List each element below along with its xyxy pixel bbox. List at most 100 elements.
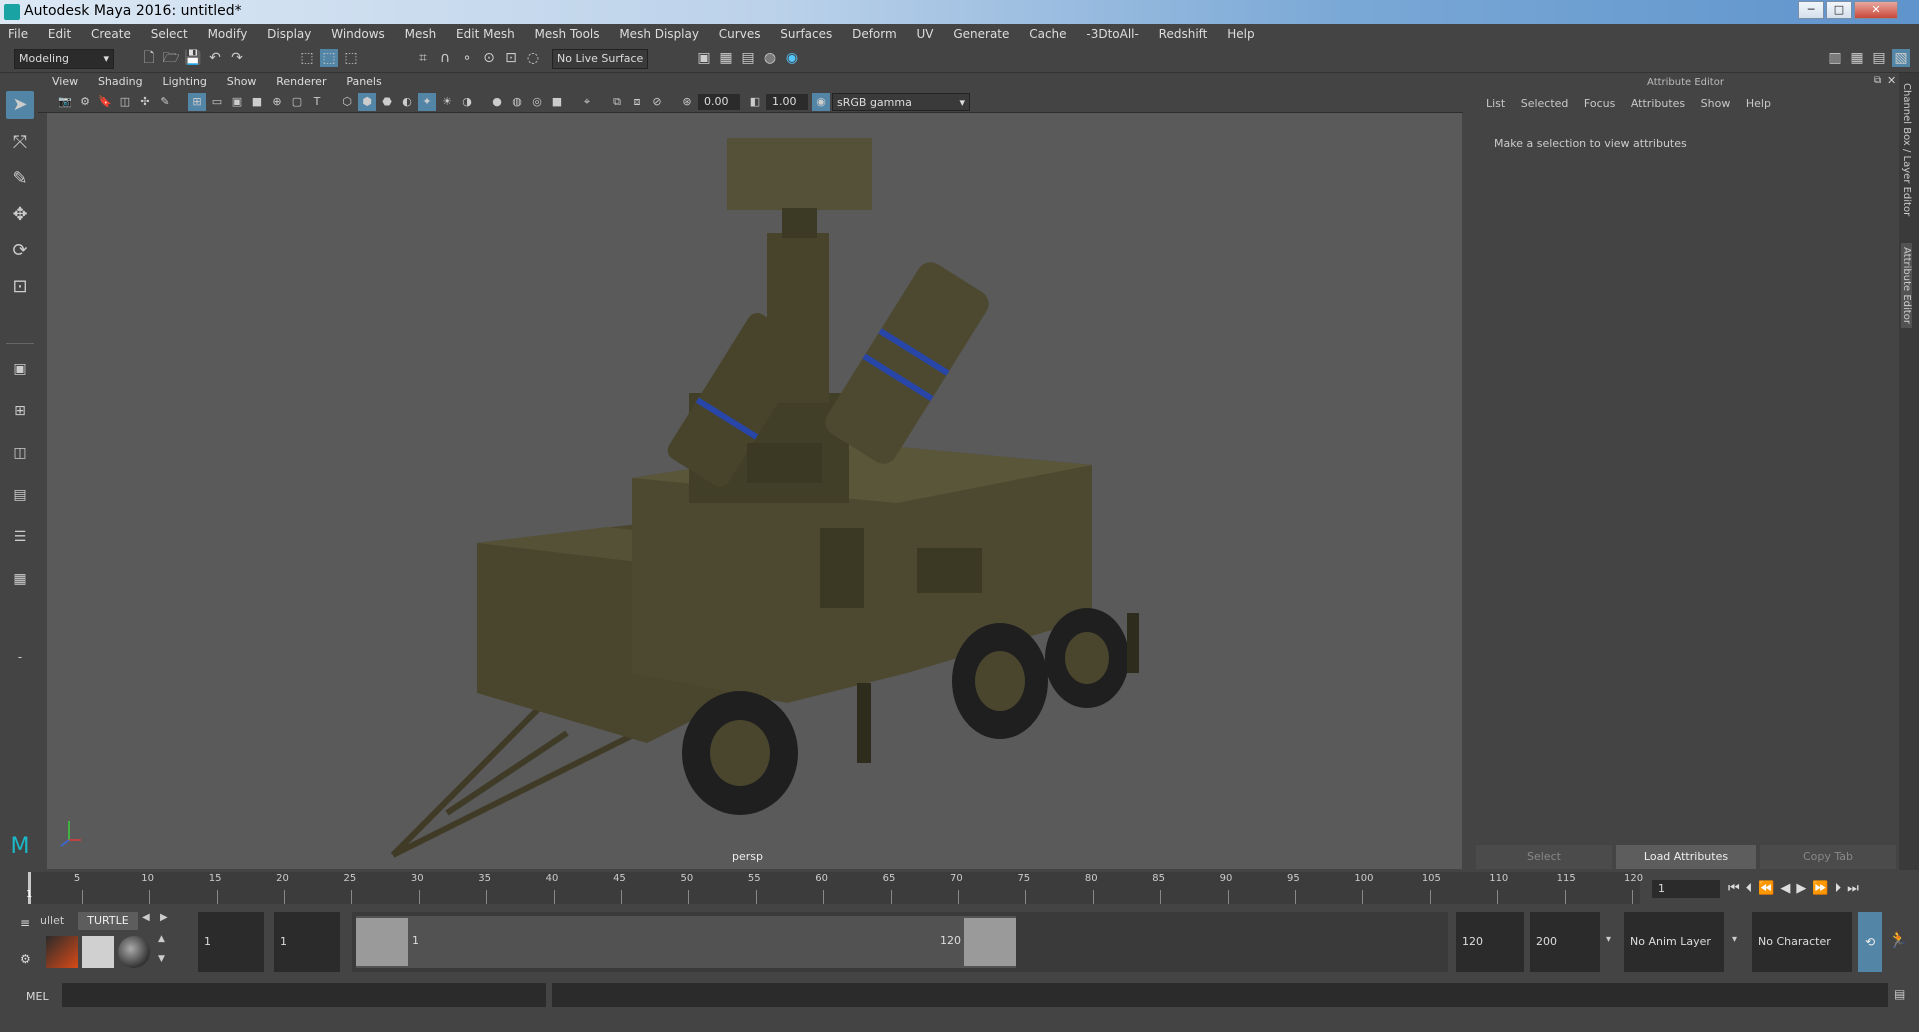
- render-settings-icon[interactable]: ▣: [695, 49, 713, 67]
- textured-icon[interactable]: ◐: [398, 93, 416, 111]
- vp-menu-renderer[interactable]: Renderer: [268, 73, 334, 91]
- step-back-frame-icon[interactable]: ⏴: [1746, 881, 1759, 896]
- shelf-menu-icon[interactable]: ≡: [20, 916, 30, 930]
- xray-joints-icon[interactable]: ⧉: [608, 93, 626, 111]
- xray-components-icon[interactable]: ⧈: [628, 93, 646, 111]
- use-all-lights-icon[interactable]: ✦: [418, 93, 436, 111]
- motion-blur-icon[interactable]: ●: [488, 93, 506, 111]
- snap-curve-icon[interactable]: ∩: [436, 49, 454, 67]
- bookmark-icon[interactable]: 🔖: [96, 93, 114, 111]
- copy-tab-button[interactable]: Copy Tab: [1760, 845, 1896, 869]
- ipr-render-icon[interactable]: ▤: [739, 49, 757, 67]
- command-input[interactable]: [62, 983, 546, 1007]
- vp-menu-lighting[interactable]: Lighting: [154, 73, 214, 91]
- playback-end-field[interactable]: 120: [1456, 912, 1524, 972]
- current-frame-field[interactable]: 1: [1652, 880, 1720, 898]
- scene-start-field[interactable]: 1: [198, 912, 264, 972]
- play-backward-icon[interactable]: ◀: [1780, 881, 1796, 896]
- menu-uv[interactable]: UV: [909, 24, 942, 45]
- close-panel-icon[interactable]: ✕: [1887, 74, 1896, 87]
- gate-mask-icon[interactable]: ■: [248, 93, 266, 111]
- auto-key-icon[interactable]: ⟲: [1858, 912, 1882, 972]
- select-tool-icon[interactable]: ➤: [6, 91, 34, 119]
- save-scene-icon[interactable]: 💾: [184, 49, 202, 67]
- menu-redshift[interactable]: Redshift: [1151, 24, 1216, 45]
- load-attributes-button[interactable]: Load Attributes: [1616, 845, 1756, 869]
- chevron-down-icon[interactable]: ▾: [1732, 934, 1737, 945]
- script-editor-icon[interactable]: ▤: [1894, 987, 1905, 1001]
- field-chart-icon[interactable]: ⊕: [268, 93, 286, 111]
- ae-menu-help[interactable]: Help: [1740, 97, 1777, 110]
- go-to-end-icon[interactable]: ⏭: [1847, 881, 1865, 896]
- vp-menu-view[interactable]: View: [44, 73, 86, 91]
- vp-menu-panels[interactable]: Panels: [338, 73, 389, 91]
- select-component-icon[interactable]: ⬚: [342, 49, 360, 67]
- backface-culling-icon[interactable]: ⊘: [648, 93, 666, 111]
- smooth-shade-icon[interactable]: ⬢: [358, 93, 376, 111]
- turtle-bake-icon[interactable]: [82, 936, 114, 968]
- menu-generate[interactable]: Generate: [945, 24, 1017, 45]
- maximize-button[interactable]: □: [1826, 1, 1852, 19]
- outliner-layout-icon[interactable]: ▤: [6, 481, 34, 509]
- snap-grid-icon[interactable]: ⌗: [414, 49, 432, 67]
- safe-action-icon[interactable]: ▢: [288, 93, 306, 111]
- ae-menu-show[interactable]: Show: [1695, 97, 1737, 110]
- ae-menu-list[interactable]: List: [1480, 97, 1511, 110]
- select-hierarchy-icon[interactable]: ⬚: [298, 49, 316, 67]
- shelf-scroll-up-icon[interactable]: ▲: [158, 934, 165, 944]
- ambient-occlusion-icon[interactable]: ◑: [458, 93, 476, 111]
- vp-menu-show[interactable]: Show: [219, 73, 265, 91]
- viewport-3d[interactable]: persp: [47, 113, 1462, 869]
- turtle-shader-icon[interactable]: [118, 936, 150, 968]
- lasso-tool-icon[interactable]: ⤧: [6, 129, 34, 157]
- color-management-icon[interactable]: ◉: [812, 93, 830, 111]
- turtle-render-icon[interactable]: [46, 936, 78, 968]
- open-scene-icon[interactable]: 🗁: [162, 49, 180, 67]
- time-slider[interactable]: 1 5 10 15 20 25 30 35 40 45 50 55 60 65 70 75 80 85 90 95 1…: [0, 870, 1919, 910]
- film-gate-icon[interactable]: ▭: [208, 93, 226, 111]
- wireframe-icon[interactable]: ⬡: [338, 93, 356, 111]
- range-end-handle[interactable]: [964, 918, 1016, 966]
- safe-title-icon[interactable]: T: [308, 93, 326, 111]
- range-start-handle[interactable]: [356, 918, 408, 966]
- scene-end-field[interactable]: 200: [1530, 912, 1600, 972]
- menu-mesh[interactable]: Mesh: [397, 24, 445, 45]
- resolution-gate-icon[interactable]: ▣: [228, 93, 246, 111]
- grid-icon[interactable]: ⊞: [188, 93, 206, 111]
- menuset-dropdown[interactable]: Modeling ▾: [14, 49, 114, 69]
- menu-create[interactable]: Create: [83, 24, 139, 45]
- shelf-tab-bullet[interactable]: ullet: [40, 912, 74, 930]
- new-scene-icon[interactable]: 🗋: [140, 49, 158, 67]
- modeling-toolkit-icon[interactable]: ▦: [1848, 49, 1866, 67]
- vp-menu-shading[interactable]: Shading: [90, 73, 151, 91]
- ae-menu-attributes[interactable]: Attributes: [1625, 97, 1691, 110]
- shelf-scroll-right-icon[interactable]: ▶: [160, 912, 168, 923]
- attribute-editor-toggle-icon[interactable]: ▤: [1870, 49, 1888, 67]
- ae-menu-selected[interactable]: Selected: [1515, 97, 1575, 110]
- shelf-tab-turtle[interactable]: TURTLE: [78, 912, 138, 930]
- snap-surface-icon[interactable]: ⊡: [502, 49, 520, 67]
- play-forward-icon[interactable]: ▶: [1796, 881, 1812, 896]
- shelf-settings-icon[interactable]: ⚙: [20, 952, 31, 966]
- minimize-button[interactable]: ─: [1798, 1, 1824, 19]
- ae-menu-focus[interactable]: Focus: [1578, 97, 1621, 110]
- anti-aliasing-icon[interactable]: ◍: [508, 93, 526, 111]
- menu-surfaces[interactable]: Surfaces: [772, 24, 840, 45]
- menu-cache[interactable]: Cache: [1021, 24, 1074, 45]
- single-pane-layout-icon[interactable]: ▣: [6, 355, 34, 383]
- chevron-down-icon[interactable]: ▾: [1606, 934, 1611, 945]
- gamma-field[interactable]: 1.00: [766, 94, 808, 110]
- four-pane-layout-icon[interactable]: ⊞: [6, 397, 34, 425]
- menu-curves[interactable]: Curves: [711, 24, 769, 45]
- menu-edit[interactable]: Edit: [40, 24, 79, 45]
- camera-attrs-icon[interactable]: ⚙: [76, 93, 94, 111]
- channel-box-toggle-icon[interactable]: ▧: [1892, 49, 1910, 67]
- image-plane-icon[interactable]: ◫: [116, 93, 134, 111]
- grease-pencil-icon[interactable]: ✎: [156, 93, 174, 111]
- step-forward-key-icon[interactable]: ⏩: [1812, 881, 1834, 896]
- gamma-icon[interactable]: ◧: [746, 93, 764, 111]
- go-to-start-icon[interactable]: ⏮: [1728, 881, 1746, 896]
- character-set-dropdown[interactable]: No Character Set: [1752, 912, 1852, 1008]
- exposure-field[interactable]: 0.00: [698, 94, 740, 110]
- command-language-label[interactable]: MEL: [26, 990, 49, 1003]
